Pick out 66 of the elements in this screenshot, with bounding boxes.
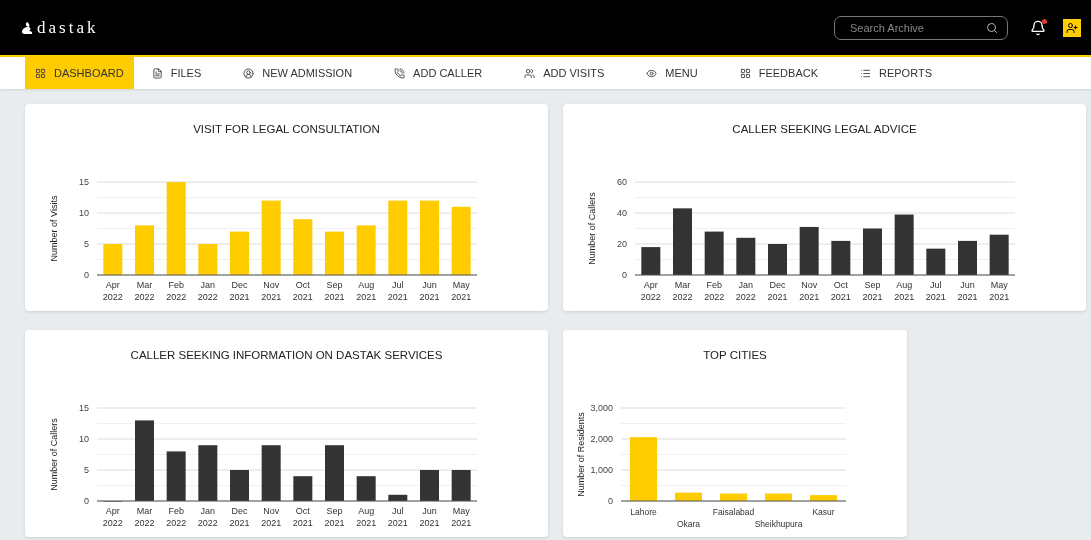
category-label: Dec 2021 (229, 506, 250, 528)
category-label: Kasur (812, 507, 835, 517)
axis-tick-label: 3,000 (590, 403, 613, 413)
card-title: CALLER SEEKING INFORMATION ON DASTAK SERVICES (130, 349, 443, 361)
category-label: Oct 2021 (292, 506, 313, 528)
axis-tick-label: 15 (79, 403, 89, 413)
category-label: Jun 2021 (419, 506, 440, 528)
category-label: Nov 2021 (261, 280, 282, 302)
category-label: Mar 2022 (134, 280, 155, 302)
category-label: Oct 2021 (830, 280, 851, 302)
category-label: Nov 2021 (261, 506, 282, 528)
category-label: Apr 2022 (102, 280, 123, 302)
axis-tick-label: 40 (617, 208, 627, 218)
category-label: Mar 2022 (134, 506, 155, 528)
category-label: Jul 2021 (387, 280, 408, 302)
axis-tick-label: 10 (79, 208, 89, 218)
category-label: Okara (676, 519, 701, 529)
category-label: May 2021 (989, 280, 1010, 302)
axis-tick-label: 20 (617, 239, 627, 249)
axis-tick-label: 15 (79, 177, 89, 187)
category-label: Feb 2022 (166, 280, 187, 302)
category-label: Faisalabad (712, 507, 755, 517)
axis-tick-label: 0 (608, 496, 613, 506)
category-label: Jan 2022 (197, 506, 218, 528)
category-label: Sep 2021 (324, 280, 345, 302)
axis-tick-label: 5 (84, 239, 89, 249)
category-label: May 2021 (451, 506, 472, 528)
category-label: Jul 2021 (387, 506, 408, 528)
category-label: Jul 2021 (925, 280, 946, 302)
category-label: Dec 2021 (767, 280, 788, 302)
category-label: Jun 2021 (419, 280, 440, 302)
category-label: May 2021 (451, 280, 472, 302)
axis-tick-label: 0 (622, 270, 627, 280)
axis-tick-label: 1,000 (590, 465, 613, 475)
axis-title: Number of Callers (587, 192, 597, 265)
category-label: Jun 2021 (957, 280, 978, 302)
category-label: Aug 2021 (894, 280, 915, 302)
category-label: Aug 2021 (356, 280, 377, 302)
axis-tick-label: 0 (84, 496, 89, 506)
category-label: Oct 2021 (292, 280, 313, 302)
axis-tick-label: 60 (617, 177, 627, 187)
category-label: Aug 2021 (356, 506, 377, 528)
axis-tick-label: 10 (79, 434, 89, 444)
axis-tick-label: 5 (84, 465, 89, 475)
category-label: Apr 2022 (102, 506, 123, 528)
category-label: Jan 2022 (735, 280, 756, 302)
category-label: Lahore (630, 507, 657, 517)
axis-title: Number of Visits (49, 195, 59, 262)
axis-title: Number of Residents (576, 412, 586, 497)
category-label: Nov 2021 (799, 280, 820, 302)
category-label: Sep 2021 (862, 280, 883, 302)
card-title: CALLER SEEKING LEGAL ADVICE (732, 123, 917, 135)
category-label: Feb 2022 (704, 280, 725, 302)
axis-tick-label: 2,000 (590, 434, 613, 444)
category-label: Jan 2022 (197, 280, 218, 302)
card-title: VISIT FOR LEGAL CONSULTATION (193, 123, 380, 135)
card-title: TOP CITIES (703, 349, 767, 361)
category-label: Dec 2021 (229, 280, 250, 302)
category-label: Feb 2022 (166, 506, 187, 528)
axis-tick-label: 0 (84, 270, 89, 280)
category-label: Sep 2021 (324, 506, 345, 528)
category-label: Apr 2022 (640, 280, 661, 302)
category-label: Sheikhupura (754, 519, 803, 529)
axis-title: Number of Callers (49, 418, 59, 491)
category-label: Mar 2022 (672, 280, 693, 302)
logo-text: dastak (37, 17, 99, 38)
